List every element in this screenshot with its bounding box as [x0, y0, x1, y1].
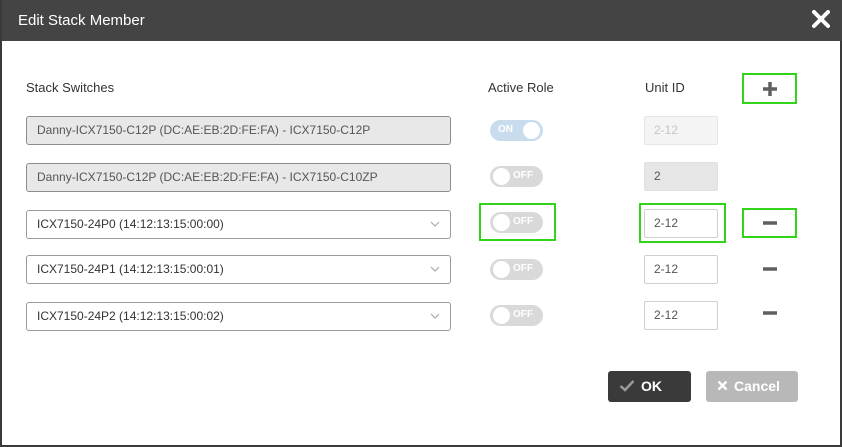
stack-switch-select[interactable]: ICX7150-24P0 (14:12:13:15:00:00)	[26, 210, 451, 239]
edit-stack-member-dialog: Edit Stack Member Stack Switches Active …	[0, 0, 842, 447]
toggle-label: OFF	[513, 216, 533, 227]
toggle-knob	[523, 122, 540, 139]
minus-icon[interactable]	[760, 303, 780, 323]
chevron-down-icon	[430, 313, 440, 319]
toggle-knob	[493, 214, 510, 231]
unit-id-value: 2-12	[654, 262, 679, 276]
minus-icon[interactable]	[760, 213, 780, 233]
dialog-titlebar: Edit Stack Member	[2, 0, 842, 41]
ok-button[interactable]: OK	[608, 371, 691, 402]
stack-switch-field: Danny-ICX7150-C12P (DC:AE:EB:2D:FE:FA) -…	[26, 163, 451, 192]
stack-switch-field: Danny-ICX7150-C12P (DC:AE:EB:2D:FE:FA) -…	[26, 116, 451, 145]
unit-id-input[interactable]: 2-12	[644, 255, 718, 284]
header-unit-id: Unit ID	[645, 80, 685, 95]
active-role-toggle[interactable]: OFF	[490, 305, 543, 326]
toggle-knob	[493, 261, 510, 278]
unit-id-value: 2-12	[654, 123, 679, 137]
toggle-label: OFF	[513, 263, 533, 274]
stack-switch-value: ICX7150-24P0 (14:12:13:15:00:00)	[37, 217, 224, 231]
dialog-title: Edit Stack Member	[18, 12, 145, 29]
stack-switch-value: Danny-ICX7150-C12P (DC:AE:EB:2D:FE:FA) -…	[37, 123, 371, 137]
active-role-toggle: OFF	[490, 166, 543, 187]
stack-switch-select[interactable]: ICX7150-24P1 (14:12:13:15:00:01)	[26, 255, 451, 284]
header-stack-switches: Stack Switches	[26, 80, 115, 95]
chevron-down-icon	[430, 221, 440, 227]
x-icon	[717, 380, 728, 391]
close-icon[interactable]	[812, 8, 830, 30]
stack-switch-select[interactable]: ICX7150-24P2 (14:12:13:15:00:02)	[26, 302, 451, 331]
active-role-toggle: ON	[490, 120, 543, 141]
cancel-label: Cancel	[734, 378, 780, 394]
stack-switch-value: ICX7150-24P1 (14:12:13:15:00:01)	[37, 262, 224, 276]
unit-id-field: 2	[644, 162, 718, 191]
plus-icon[interactable]	[760, 79, 780, 99]
stack-switch-value: Danny-ICX7150-C12P (DC:AE:EB:2D:FE:FA) -…	[37, 170, 378, 184]
active-role-toggle[interactable]: OFF	[490, 259, 543, 280]
minus-icon[interactable]	[760, 259, 780, 279]
active-role-toggle[interactable]: OFF	[490, 212, 543, 233]
toggle-knob	[493, 307, 510, 324]
check-icon	[619, 380, 635, 393]
unit-id-value: 2-12	[654, 216, 679, 230]
unit-id-value: 2	[654, 169, 661, 183]
stack-switch-value: ICX7150-24P2 (14:12:13:15:00:02)	[37, 309, 224, 323]
unit-id-input[interactable]: 2-12	[644, 301, 718, 330]
header-active-role: Active Role	[488, 80, 554, 95]
chevron-down-icon	[430, 266, 440, 272]
cancel-button[interactable]: Cancel	[706, 371, 798, 402]
toggle-label: ON	[498, 124, 513, 135]
toggle-label: OFF	[513, 309, 533, 320]
unit-id-value: 2-12	[654, 308, 679, 322]
ok-label: OK	[641, 378, 662, 394]
unit-id-input[interactable]: 2-12	[644, 209, 718, 238]
toggle-label: OFF	[513, 170, 533, 181]
toggle-knob	[493, 168, 510, 185]
unit-id-field: 2-12	[644, 116, 718, 145]
